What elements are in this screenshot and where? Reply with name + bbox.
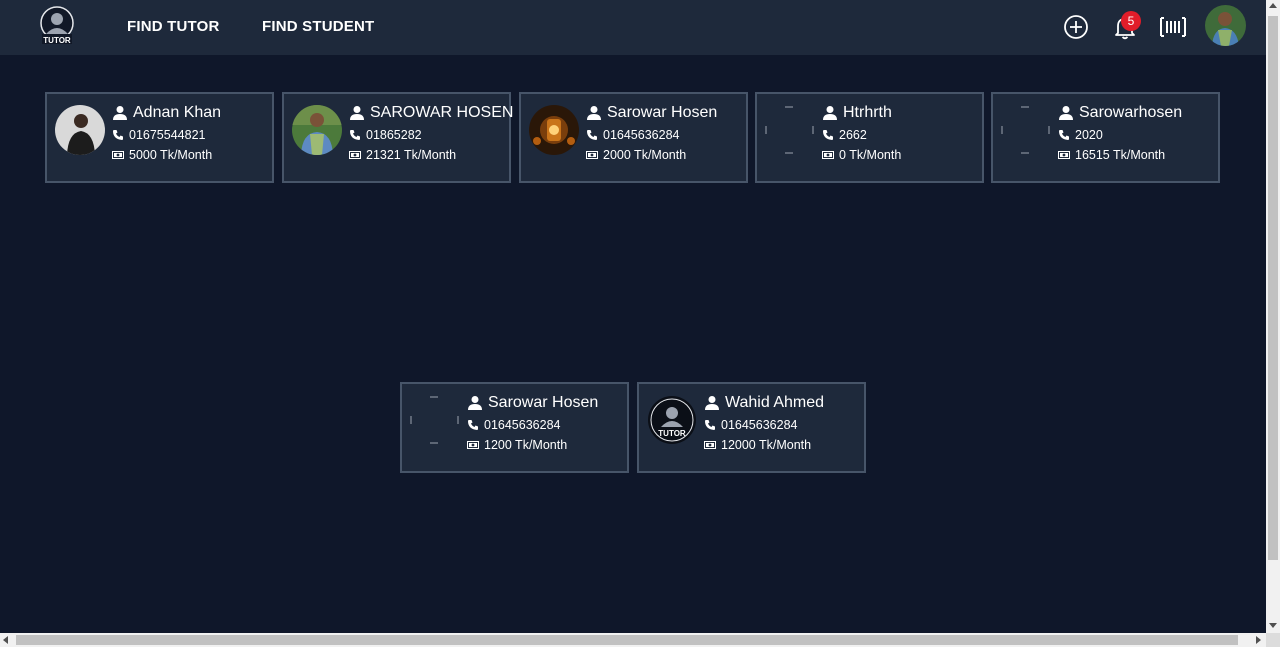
tutor-salary-row: 12000 Tk/Month — [704, 438, 811, 452]
tutor-name: Adnan Khan — [133, 104, 222, 121]
tutor-avatar — [529, 105, 579, 155]
svg-text:TUTOR: TUTOR — [43, 36, 71, 45]
phone-icon — [467, 419, 479, 431]
tutor-salary-row: 21321 Tk/Month — [349, 148, 456, 162]
money-icon — [349, 149, 361, 161]
tutor-card[interactable]: Adnan Khan 01675544821 5000 Tk/Month — [45, 92, 274, 183]
phone-icon — [704, 419, 716, 431]
tutor-name: Wahid Ahmed — [725, 394, 825, 411]
money-icon — [822, 149, 834, 161]
tutor-name: Sarowar Hosen — [607, 104, 718, 121]
phone-icon — [349, 129, 361, 141]
tutor-salary-row: 2000 Tk/Month — [586, 148, 686, 162]
money-icon — [586, 149, 598, 161]
tutor-avatar — [55, 105, 105, 155]
tutor-phone-row: 01675544821 — [112, 128, 205, 142]
tutor-avatar — [292, 105, 342, 155]
tutor-salary: 2000 Tk/Month — [603, 148, 687, 162]
money-icon — [1058, 149, 1070, 161]
phone-icon — [586, 129, 598, 141]
tutor-salary-row: 16515 Tk/Month — [1058, 148, 1165, 162]
tutor-card[interactable]: Htrhrth 2662 0 Tk/Month — [755, 92, 984, 183]
find-student-link[interactable]: FIND STUDENT — [262, 18, 374, 35]
user-icon — [704, 395, 720, 411]
tutor-phone: 01645636284 — [603, 128, 680, 142]
tutor-phone-row: 01645636284 — [586, 128, 679, 142]
tutor-name: Sarowarhosen — [1079, 104, 1183, 121]
tutor-name-row: Wahid Ahmed — [704, 394, 824, 412]
money-icon — [704, 439, 716, 451]
user-icon — [349, 105, 365, 121]
horizontal-scrollbar[interactable] — [0, 633, 1266, 647]
find-tutor-link[interactable]: FIND TUTOR — [127, 18, 220, 35]
vertical-scrollbar[interactable] — [1266, 0, 1280, 633]
broken-image-icon — [410, 395, 460, 445]
phone-icon — [1058, 129, 1070, 141]
tutor-name: Sarowar Hosen — [488, 394, 599, 411]
tutor-salary: 12000 Tk/Month — [721, 438, 812, 452]
tutor-salary-row: 5000 Tk/Month — [112, 148, 212, 162]
tutor-phone-row: 2020 — [1058, 128, 1103, 142]
tutor-phone: 01675544821 — [129, 128, 206, 142]
broken-image-icon — [1001, 105, 1051, 155]
user-avatar[interactable] — [1205, 5, 1246, 46]
broken-image-icon — [765, 105, 815, 155]
tutor-salary: 5000 Tk/Month — [129, 148, 213, 162]
user-icon — [467, 395, 483, 411]
tutor-name-row: Sarowar Hosen — [467, 394, 598, 412]
tutor-avatar: TUTOR — [647, 395, 697, 445]
tutor-salary: 16515 Tk/Month — [1075, 148, 1166, 162]
scroll-left-arrow-icon[interactable] — [3, 636, 8, 644]
scrollbar-corner — [1266, 633, 1280, 647]
tutor-logo[interactable]: TUTOR — [38, 6, 76, 48]
tutor-name: SAROWAR HOSEN — [370, 104, 514, 121]
scroll-up-arrow-icon[interactable] — [1269, 3, 1277, 8]
money-icon — [112, 149, 124, 161]
tutor-phone: 01865282 — [366, 128, 422, 142]
tutor-phone-row: 01645636284 — [467, 418, 560, 432]
tutor-name: Htrhrth — [843, 104, 892, 121]
tutor-phone-row: 2662 — [822, 128, 867, 142]
phone-icon — [822, 129, 834, 141]
add-circle-icon[interactable] — [1063, 14, 1089, 40]
tutor-card[interactable]: Sarowarhosen 2020 16515 Tk/Month — [991, 92, 1220, 183]
tutor-salary: 1200 Tk/Month — [484, 438, 568, 452]
scroll-down-arrow-icon[interactable] — [1269, 623, 1277, 628]
notification-badge: 5 — [1121, 11, 1141, 31]
tutor-card[interactable]: Sarowar Hosen 01645636284 2000 Tk/Month — [519, 92, 748, 183]
tutor-salary-row: 1200 Tk/Month — [467, 438, 567, 452]
tutor-phone-row: 01645636284 — [704, 418, 797, 432]
tutor-name-row: Sarowar Hosen — [586, 104, 717, 122]
svg-text:TUTOR: TUTOR — [658, 429, 686, 438]
tutor-salary: 21321 Tk/Month — [366, 148, 457, 162]
tutor-phone-row: 01865282 — [349, 128, 422, 142]
top-navbar: TUTOR FIND TUTOR FIND STUDENT 5 — [0, 0, 1266, 55]
vertical-scroll-thumb[interactable] — [1268, 16, 1278, 560]
user-icon — [112, 105, 128, 121]
tutor-card[interactable]: SAROWAR HOSEN 01865282 21321 Tk/Month — [282, 92, 513, 183]
tutor-phone: 01645636284 — [484, 418, 561, 432]
tutor-name-row: Htrhrth — [822, 104, 892, 122]
money-icon — [467, 439, 479, 451]
tutor-card[interactable]: Sarowar Hosen 01645636284 1200 Tk/Month — [400, 382, 629, 473]
tutor-name-row: Sarowarhosen — [1058, 104, 1182, 122]
horizontal-scroll-thumb[interactable] — [16, 635, 1238, 645]
tutor-phone: 01645636284 — [721, 418, 798, 432]
tutor-name-row: SAROWAR HOSEN — [349, 104, 513, 122]
user-icon — [1058, 105, 1074, 121]
tutor-card[interactable]: TUTOR Wahid Ahmed 01645636284 12000 Tk/Mont… — [637, 382, 866, 473]
barcode-icon[interactable] — [1159, 14, 1186, 40]
user-icon — [586, 105, 602, 121]
tutor-salary: 0 Tk/Month — [839, 148, 902, 162]
scroll-right-arrow-icon[interactable] — [1256, 636, 1261, 644]
user-icon — [822, 105, 838, 121]
tutor-phone: 2662 — [839, 128, 867, 142]
tutor-salary-row: 0 Tk/Month — [822, 148, 901, 162]
phone-icon — [112, 129, 124, 141]
tutor-name-row: Adnan Khan — [112, 104, 221, 122]
tutor-phone: 2020 — [1075, 128, 1103, 142]
